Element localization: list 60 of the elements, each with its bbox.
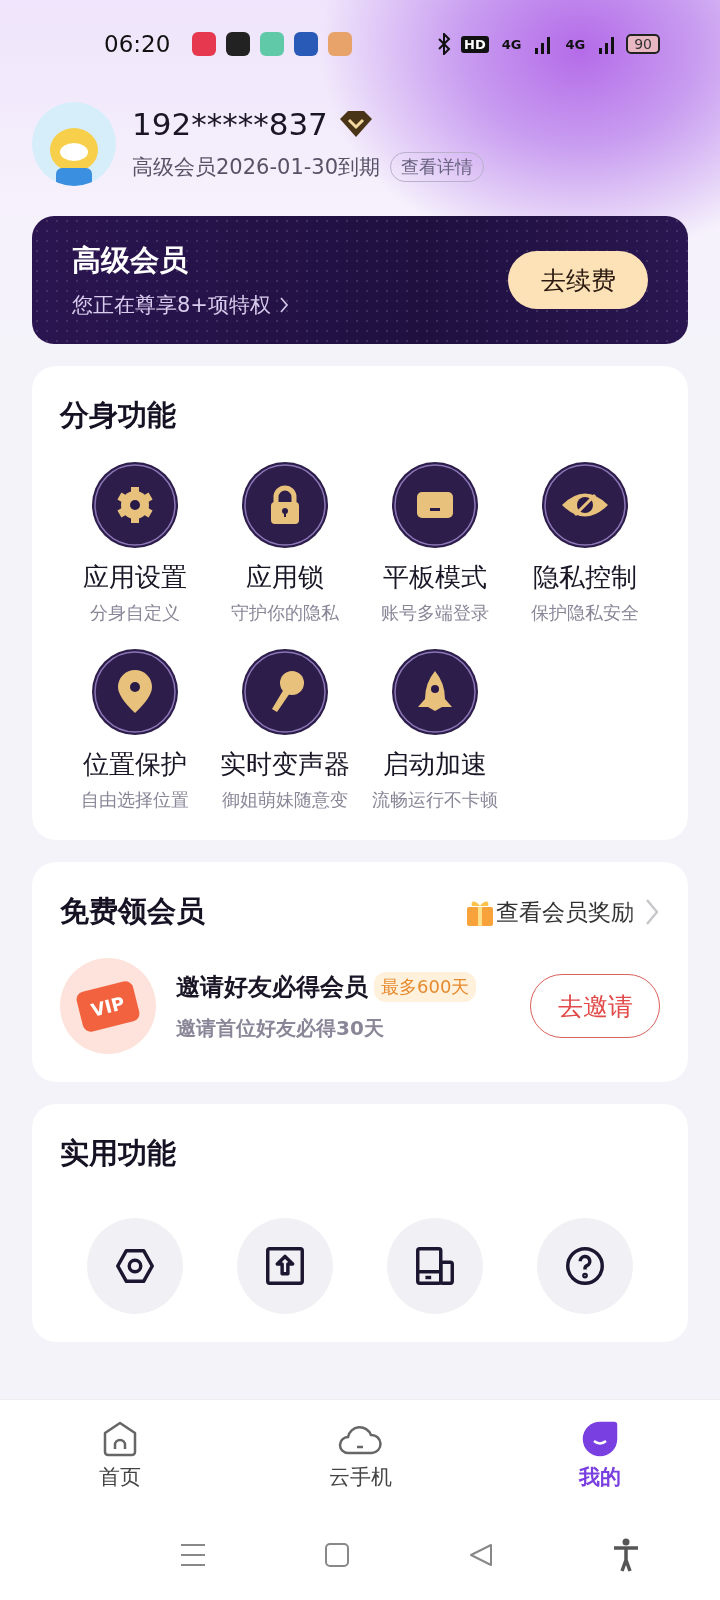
hd-badge: HD bbox=[461, 35, 489, 53]
network-type: 4G bbox=[500, 35, 523, 53]
feature-title[interactable]: 平板模式 bbox=[383, 560, 487, 595]
app-notification-icon bbox=[294, 32, 319, 56]
feature-subtitle: 分身自定义 bbox=[90, 601, 180, 625]
invite-title: 邀请好友必得会员 bbox=[176, 971, 368, 1003]
home-square-icon[interactable] bbox=[325, 1543, 350, 1567]
chevron-right-icon bbox=[644, 897, 660, 927]
banner-subtitle: 您正在尊享8+项特权 bbox=[72, 292, 271, 319]
tab[interactable]: 首页 bbox=[0, 1400, 240, 1510]
membership-banner[interactable]: 高级会员 您正在尊享8+项特权 去续费 bbox=[32, 216, 688, 344]
feature-icon bbox=[90, 647, 180, 737]
feature-icon bbox=[90, 460, 180, 550]
feature-title[interactable]: 应用设置 bbox=[83, 560, 187, 595]
battery-level: 90 bbox=[626, 34, 660, 54]
feature-subtitle: 自由选择位置 bbox=[81, 788, 189, 812]
banner-title: 高级会员 bbox=[72, 242, 189, 279]
accessibility-icon[interactable] bbox=[612, 1538, 641, 1572]
signal-icon bbox=[534, 34, 553, 54]
membership-expiry: 高级会员2026-01-30到期 bbox=[132, 154, 381, 181]
feature-icon bbox=[240, 647, 330, 737]
feature-subtitle: 守护你的隐私 bbox=[231, 601, 339, 625]
app-notification-icon bbox=[260, 32, 285, 56]
smile-icon bbox=[580, 1419, 620, 1459]
max-days-tag: 最多600天 bbox=[374, 971, 477, 1002]
renew-button[interactable]: 去续费 bbox=[508, 251, 648, 309]
phone-number: 192*****837 bbox=[132, 106, 328, 142]
app-notification-icon bbox=[192, 32, 217, 56]
feature-subtitle: 流畅运行不卡顿 bbox=[372, 788, 498, 812]
feature-title[interactable]: 启动加速 bbox=[383, 747, 487, 782]
feature-subtitle: 御姐萌妹随意变 bbox=[222, 788, 348, 812]
rewards-link[interactable]: 查看会员奖励 bbox=[496, 896, 634, 928]
tab[interactable]: 云手机 bbox=[240, 1400, 480, 1510]
feature-subtitle: 账号多端登录 bbox=[381, 601, 489, 625]
signal-icon bbox=[598, 34, 617, 54]
invite-subtitle: 邀请首位好友必得30天 bbox=[176, 1014, 385, 1042]
feature-icon bbox=[390, 460, 480, 550]
feature-subtitle: 保护隐私安全 bbox=[531, 601, 639, 625]
feature-icon bbox=[240, 460, 330, 550]
feature-icon bbox=[390, 647, 480, 737]
invite-button[interactable]: 去邀请 bbox=[530, 974, 660, 1038]
feature-title[interactable]: 实时变声器 bbox=[220, 747, 350, 782]
bluetooth-icon bbox=[437, 33, 452, 55]
menu-icon[interactable] bbox=[179, 1543, 206, 1567]
app-notification-icon bbox=[328, 32, 353, 56]
diamond-icon bbox=[337, 109, 374, 139]
back-icon[interactable] bbox=[468, 1543, 493, 1567]
section-title: 分身功能 bbox=[60, 398, 176, 432]
status-time: 06:20 bbox=[104, 31, 171, 57]
feature-title[interactable]: 应用锁 bbox=[246, 560, 324, 595]
section-title: 实用功能 bbox=[60, 1136, 176, 1170]
chevron-right-icon bbox=[278, 296, 289, 314]
feature-title[interactable]: 隐私控制 bbox=[533, 560, 637, 595]
network-type: 4G bbox=[564, 35, 587, 53]
vip-label: VIP bbox=[75, 979, 141, 1033]
feature-title[interactable]: 位置保护 bbox=[83, 747, 187, 782]
tab[interactable]: 我的 bbox=[480, 1400, 720, 1510]
section-title: 免费领会员 bbox=[60, 893, 205, 930]
feature-icon bbox=[540, 460, 630, 550]
chat-notification-icon bbox=[226, 32, 251, 56]
